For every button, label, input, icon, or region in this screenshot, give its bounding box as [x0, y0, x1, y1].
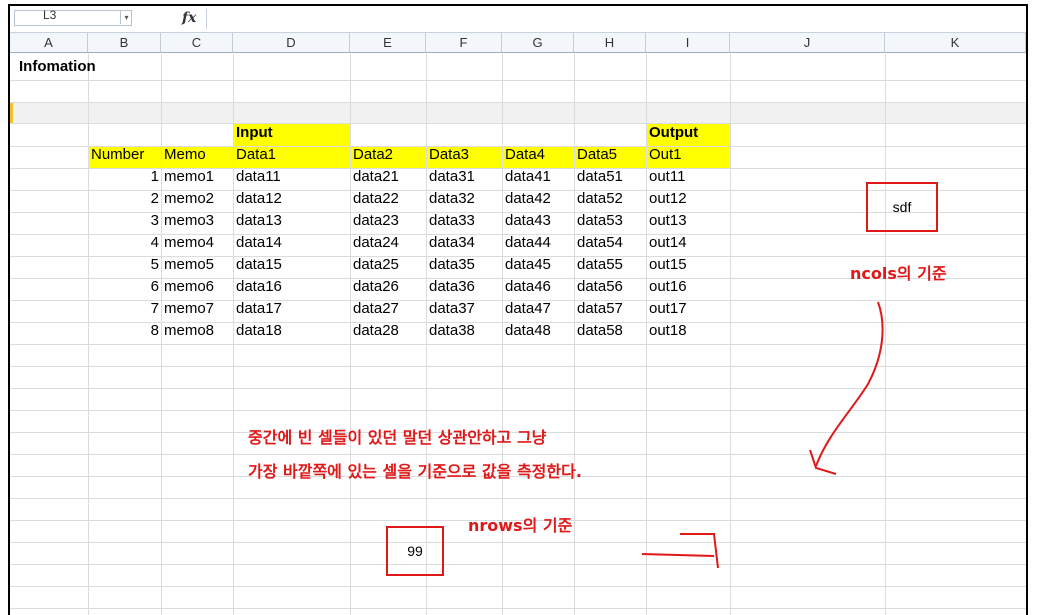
column-header-i[interactable]: I	[646, 33, 730, 53]
column-header-e[interactable]: E	[350, 33, 426, 53]
spreadsheet-window: L3 ▾ fx A B C D E F G H I J K Infomation…	[8, 4, 1028, 615]
column-header-d[interactable]: D	[233, 33, 350, 53]
column-header-a[interactable]: A	[10, 33, 88, 53]
nrows-arrow-icon	[641, 553, 715, 557]
formula-bar: L3 ▾ fx	[10, 6, 1026, 33]
function-icon[interactable]: fx	[182, 10, 196, 26]
name-box-value: L3	[43, 8, 57, 22]
column-header-c[interactable]: C	[161, 33, 233, 53]
column-header-g[interactable]: G	[502, 33, 574, 53]
column-header-b[interactable]: B	[88, 33, 161, 53]
cell-grid[interactable]: Infomation Input Output Number Memo Data…	[10, 54, 1026, 615]
column-header-h[interactable]: H	[574, 33, 646, 53]
name-box-dropdown-icon[interactable]: ▾	[120, 11, 132, 24]
column-header-k[interactable]: K	[885, 33, 1026, 53]
nrows-arrowhead-icon	[680, 533, 719, 569]
column-header-f[interactable]: F	[426, 33, 502, 53]
name-box[interactable]: L3	[14, 8, 132, 26]
ncols-arrow-icon	[815, 301, 884, 467]
ncols-arrowhead-icon	[809, 449, 837, 475]
hand-drawn-arrows	[641, 301, 884, 569]
formula-bar-divider	[206, 9, 207, 29]
column-header-j[interactable]: J	[730, 33, 885, 53]
